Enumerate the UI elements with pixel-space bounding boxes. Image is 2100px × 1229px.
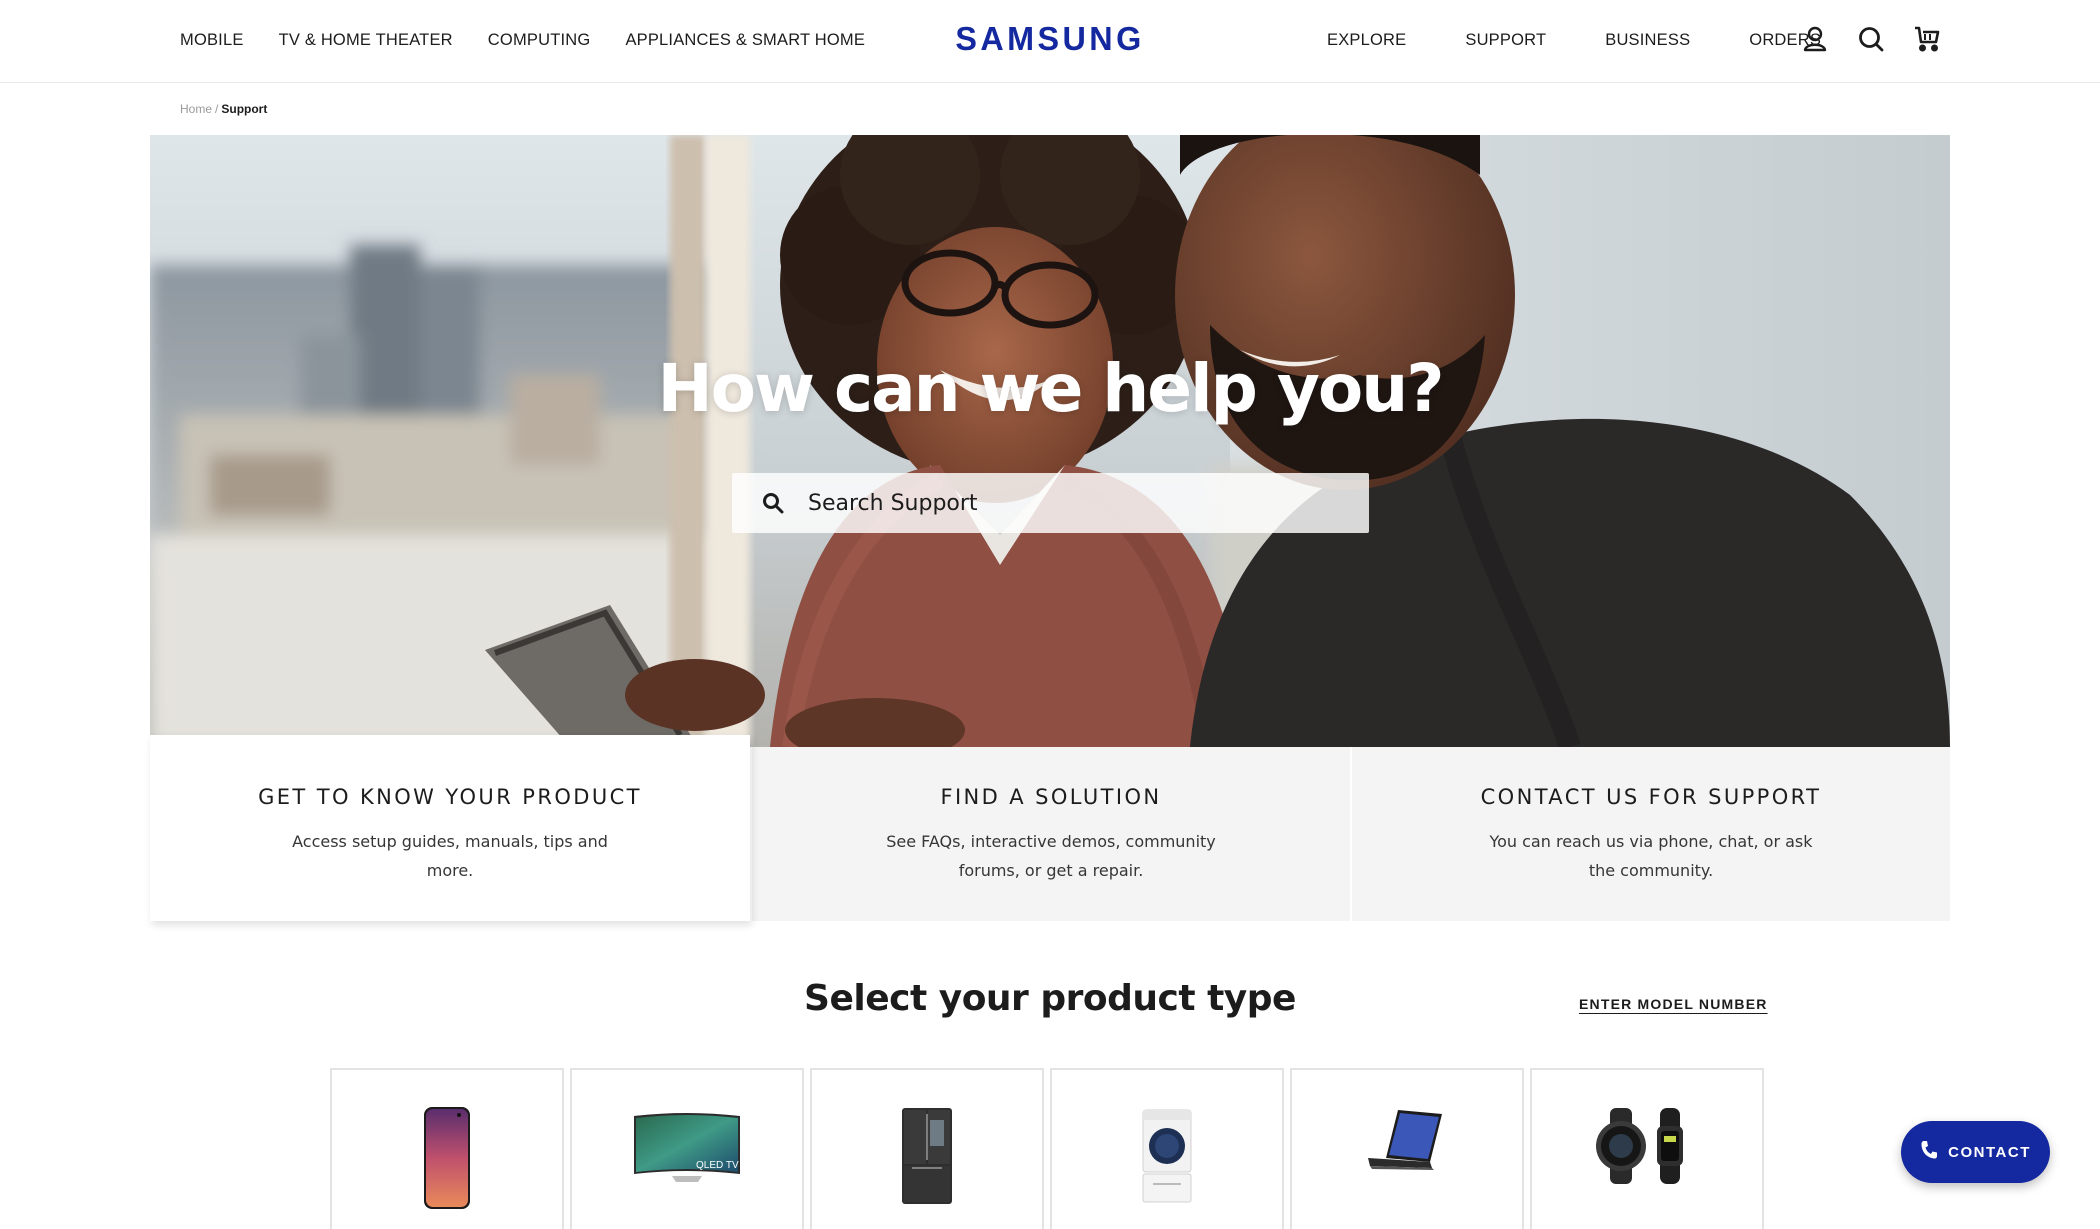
card-description: You can reach us via phone, chat, or ask… — [1489, 832, 1813, 880]
product-tile-tv[interactable]: QLED TV — [570, 1068, 804, 1229]
nav-appliances-smart-home[interactable]: APPLIANCES & SMART HOME — [625, 31, 865, 50]
contact-button[interactable]: CONTACT — [1901, 1121, 2050, 1183]
smartwatch-icon — [1596, 1108, 1683, 1184]
product-tile-mobile[interactable] — [330, 1068, 564, 1229]
samsung-logo[interactable]: SAMSUNG — [955, 20, 1141, 58]
breadcrumb: Home / Support — [180, 102, 267, 116]
primary-nav: MOBILE TV & HOME THEATER COMPUTING APPLI… — [180, 0, 865, 80]
site-header: MOBILE TV & HOME THEATER COMPUTING APPLI… — [0, 0, 2100, 83]
tv-icon: QLED TV — [634, 1113, 740, 1182]
search-icon — [759, 489, 787, 517]
product-type-tiles: QLED TV — [330, 1068, 1764, 1229]
breadcrumb-current: Support — [221, 102, 268, 116]
product-tile-computing[interactable] — [1290, 1068, 1524, 1229]
product-tile-appliances[interactable] — [810, 1068, 1044, 1229]
card-title: FIND A SOLUTION — [940, 785, 1162, 809]
nav-support[interactable]: SUPPORT — [1465, 31, 1546, 50]
card-contact-us-support[interactable]: CONTACT US FOR SUPPORT You can reach us … — [1352, 747, 1950, 921]
hero-banner — [150, 135, 1950, 747]
tv-badge-label: QLED TV — [696, 1160, 739, 1171]
nav-explore[interactable]: EXPLORE — [1327, 31, 1406, 50]
card-title: CONTACT US FOR SUPPORT — [1480, 785, 1822, 809]
nav-tv-home-theater[interactable]: TV & HOME THEATER — [279, 31, 453, 50]
search-icon[interactable] — [1856, 24, 1886, 54]
product-type-heading: Select your product type — [804, 978, 1296, 1019]
refrigerator-icon — [902, 1108, 952, 1204]
user-icon[interactable] — [1800, 24, 1830, 54]
hero-title: How can we help you? — [657, 350, 1444, 427]
search-support-box[interactable] — [732, 473, 1369, 533]
enter-model-number-link[interactable]: ENTER MODEL NUMBER — [1579, 996, 1768, 1012]
nav-business[interactable]: BUSINESS — [1605, 31, 1690, 50]
card-title: GET TO KNOW YOUR PRODUCT — [258, 785, 642, 809]
phone-icon — [1920, 1140, 1938, 1165]
product-tile-wearables[interactable] — [1530, 1068, 1764, 1229]
cart-icon[interactable] — [1912, 24, 1942, 54]
secondary-nav: EXPLORE SUPPORT BUSINESS ORDERS — [1327, 0, 1821, 80]
card-description: Access setup guides, manuals, tips and m… — [292, 832, 608, 880]
washer-icon — [1142, 1109, 1192, 1203]
header-icon-group — [1800, 24, 1942, 54]
breadcrumb-separator: / — [215, 102, 219, 116]
nav-mobile[interactable]: MOBILE — [180, 31, 244, 50]
nav-computing[interactable]: COMPUTING — [488, 31, 591, 50]
contact-button-label: CONTACT — [1948, 1143, 2031, 1161]
product-tile-washer[interactable] — [1050, 1068, 1284, 1229]
card-find-a-solution[interactable]: FIND A SOLUTION See FAQs, interactive de… — [752, 747, 1350, 921]
search-support-input[interactable] — [808, 490, 1348, 516]
card-description: See FAQs, interactive demos, community f… — [886, 832, 1216, 880]
smartphone-icon — [424, 1107, 470, 1209]
breadcrumb-home[interactable]: Home — [180, 102, 212, 116]
tablet-icon — [1368, 1110, 1442, 1170]
hero-photo — [150, 135, 1950, 747]
card-get-to-know-product[interactable]: GET TO KNOW YOUR PRODUCT Access setup gu… — [150, 735, 750, 921]
